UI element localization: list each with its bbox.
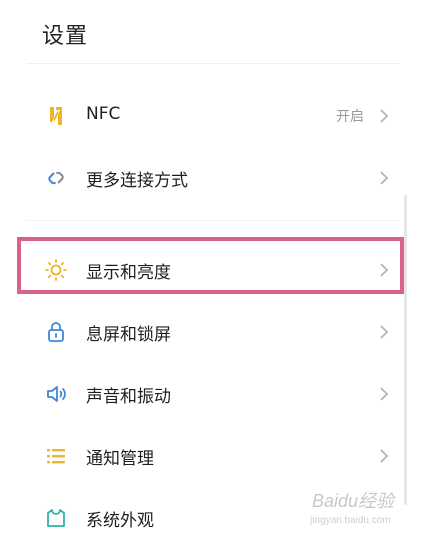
settings-item-label: 声音和振动 xyxy=(86,387,171,407)
chevron-right-icon xyxy=(380,109,389,123)
list-icon xyxy=(47,449,65,464)
settings-item-label: NFC xyxy=(86,104,121,124)
nfc-status-value: 开启 xyxy=(336,109,364,125)
settings-item-label: 更多连接方式 xyxy=(86,171,188,191)
settings-item-more-connections[interactable]: 更多连接方式 xyxy=(0,148,426,208)
shirt-icon xyxy=(47,509,65,527)
page-title: 设置 xyxy=(42,24,89,49)
baidu-watermark: Baidu经验 jingyan.baidu.com xyxy=(302,487,412,531)
link-icon xyxy=(48,171,64,185)
watermark-subtext: jingyan.baidu.com xyxy=(310,515,391,526)
header: 设置 xyxy=(0,0,426,64)
chevron-right-icon xyxy=(380,325,389,339)
chevron-right-icon xyxy=(380,387,389,401)
settings-item-label: 通知管理 xyxy=(86,449,154,469)
chevron-right-icon xyxy=(380,171,389,185)
speaker-icon xyxy=(47,386,66,402)
settings-item-label: 息屏和锁屏 xyxy=(86,325,171,345)
header-divider xyxy=(26,63,400,64)
settings-item-lock-screen[interactable]: 息屏和锁屏 xyxy=(0,302,426,362)
settings-item-label: 系统外观 xyxy=(86,511,154,531)
highlight-box xyxy=(17,237,404,294)
settings-item-notifications[interactable]: 通知管理 xyxy=(0,426,426,486)
settings-item-nfc[interactable]: NFC 开启 xyxy=(0,86,426,146)
watermark-text: Baidu经验 xyxy=(312,491,395,511)
scrollbar[interactable] xyxy=(404,195,407,505)
nfc-icon xyxy=(50,107,62,125)
chevron-right-icon xyxy=(380,449,389,463)
lock-icon xyxy=(48,322,64,342)
settings-item-sound-vibration[interactable]: 声音和振动 xyxy=(0,364,426,424)
section-divider xyxy=(26,220,400,221)
